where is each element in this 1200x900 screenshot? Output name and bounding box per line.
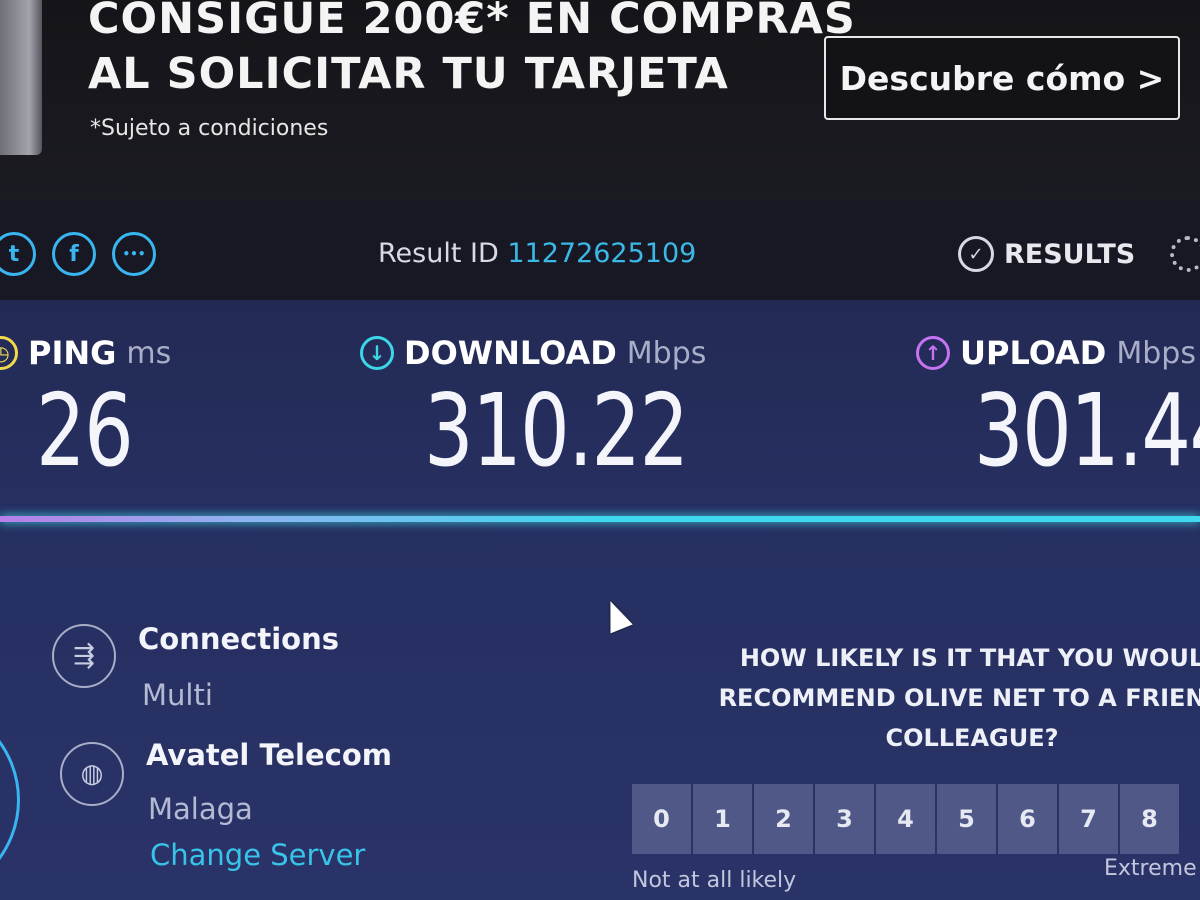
change-server-link[interactable]: Change Server xyxy=(150,838,365,872)
rating-option[interactable]: 1 xyxy=(693,784,752,854)
upload-value: 301.44 xyxy=(974,372,1200,489)
connections-icon[interactable]: ⇶ xyxy=(52,624,116,688)
result-id: Result ID 11272625109 xyxy=(378,238,696,269)
facebook-glyph: f xyxy=(69,241,79,267)
facebook-icon[interactable]: f xyxy=(52,232,96,276)
survey-question-line2: RECOMMEND OLIVE NET TO A FRIEND xyxy=(718,684,1200,712)
rating-option[interactable]: 5 xyxy=(937,784,996,854)
server-location: Malaga xyxy=(148,792,253,826)
upload-arrow-icon: ↑ xyxy=(916,336,950,370)
progress-line xyxy=(0,516,1200,522)
rating-option[interactable]: 7 xyxy=(1059,784,1118,854)
twitter-glyph: t xyxy=(8,241,20,267)
ad-banner[interactable]: CONSIGUE 200€* EN COMPRAS AL SOLICITAR T… xyxy=(0,0,1200,200)
ping-icon: ◷ xyxy=(0,336,18,370)
scale-label-low: Not at all likely xyxy=(632,868,797,893)
ad-note: *Sujeto a condiciones xyxy=(90,116,329,141)
rating-scale: 0 1 2 3 4 5 6 7 8 xyxy=(632,784,1179,854)
ad-headline-line2: AL SOLICITAR TU TARJETA xyxy=(88,49,729,99)
upload-unit: Mbps xyxy=(1116,335,1196,371)
check-circle-icon: ✓ xyxy=(958,236,994,272)
ping-value: 26 xyxy=(36,372,134,489)
ad-headline: CONSIGUE 200€* EN COMPRAS AL SOLICITAR T… xyxy=(88,0,856,102)
speedtest-page: CONSIGUE 200€* EN COMPRAS AL SOLICITAR T… xyxy=(0,0,1200,900)
mouse-cursor-icon xyxy=(599,596,633,634)
connections-title: Connections xyxy=(138,622,339,656)
globe-icon: ◍ xyxy=(60,742,124,806)
ad-cta-button[interactable]: Descubre cómo > xyxy=(824,36,1180,120)
gauge-arc xyxy=(0,700,20,900)
upload-label: UPLOAD xyxy=(960,334,1107,372)
result-id-label: Result ID xyxy=(378,238,508,269)
results-button[interactable]: ✓ RESULTS xyxy=(958,236,1135,272)
ping-unit: ms xyxy=(126,335,172,371)
rating-option[interactable]: 6 xyxy=(998,784,1057,854)
survey-question: HOW LIKELY IS IT THAT YOU WOUL RECOMMEND… xyxy=(672,638,1200,758)
download-unit: Mbps xyxy=(626,335,707,371)
upload-header: ↑ UPLOAD Mbps xyxy=(916,334,1196,372)
download-arrow-icon: ↓ xyxy=(360,336,394,370)
gear-icon[interactable] xyxy=(1170,236,1200,272)
rating-option[interactable]: 4 xyxy=(876,784,935,854)
scale-label-high: Extreme xyxy=(1104,856,1197,881)
connections-value: Multi xyxy=(142,678,213,712)
rating-option[interactable]: 0 xyxy=(632,784,691,854)
more-icon[interactable]: ••• xyxy=(112,232,156,276)
more-glyph: ••• xyxy=(122,247,146,261)
download-label: DOWNLOAD xyxy=(404,334,617,372)
download-value: 310.22 xyxy=(424,372,689,489)
ping-header: ◷ PING ms xyxy=(0,334,171,372)
results-label: RESULTS xyxy=(1004,238,1136,270)
ad-card-image xyxy=(0,0,42,155)
result-id-value[interactable]: 11272625109 xyxy=(507,238,696,269)
ad-headline-line1: CONSIGUE 200€* EN COMPRAS xyxy=(88,0,856,44)
download-header: ↓ DOWNLOAD Mbps xyxy=(360,334,706,372)
survey-question-line1: HOW LIKELY IS IT THAT YOU WOUL xyxy=(739,644,1200,672)
rating-option[interactable]: 3 xyxy=(815,784,874,854)
provider-name: Avatel Telecom xyxy=(146,738,392,772)
rating-option[interactable]: 2 xyxy=(754,784,813,854)
survey-question-line3: COLLEAGUE? xyxy=(885,724,1059,752)
rating-option[interactable]: 8 xyxy=(1120,784,1179,854)
ping-label: PING xyxy=(28,334,117,372)
